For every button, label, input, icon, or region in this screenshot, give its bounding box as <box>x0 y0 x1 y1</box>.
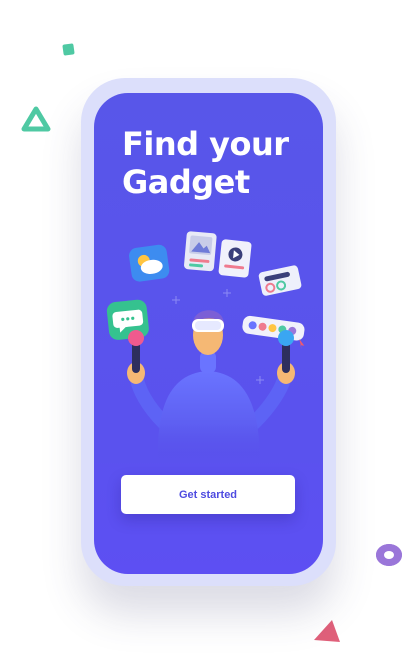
green-square-decoration <box>62 43 75 56</box>
green-triangle-decoration <box>21 106 51 132</box>
landing-stage: Find your Gadget Get started <box>0 0 416 665</box>
phone-screen: Find your Gadget Get started <box>94 93 323 574</box>
title-line-2: Gadget <box>122 163 250 201</box>
color-swatches-icon <box>242 315 305 350</box>
toggle-card-icon <box>258 265 302 296</box>
vr-person-illustration <box>94 231 323 463</box>
image-card-icon <box>184 231 217 272</box>
video-card-icon <box>218 239 252 278</box>
pink-triangle-decoration <box>314 620 340 642</box>
title-line-1: Find your <box>122 125 289 163</box>
purple-ring-decoration <box>376 544 402 566</box>
get-started-button[interactable]: Get started <box>121 475 295 514</box>
page-title: Find your Gadget <box>122 125 312 201</box>
weather-app-icon <box>129 244 170 282</box>
